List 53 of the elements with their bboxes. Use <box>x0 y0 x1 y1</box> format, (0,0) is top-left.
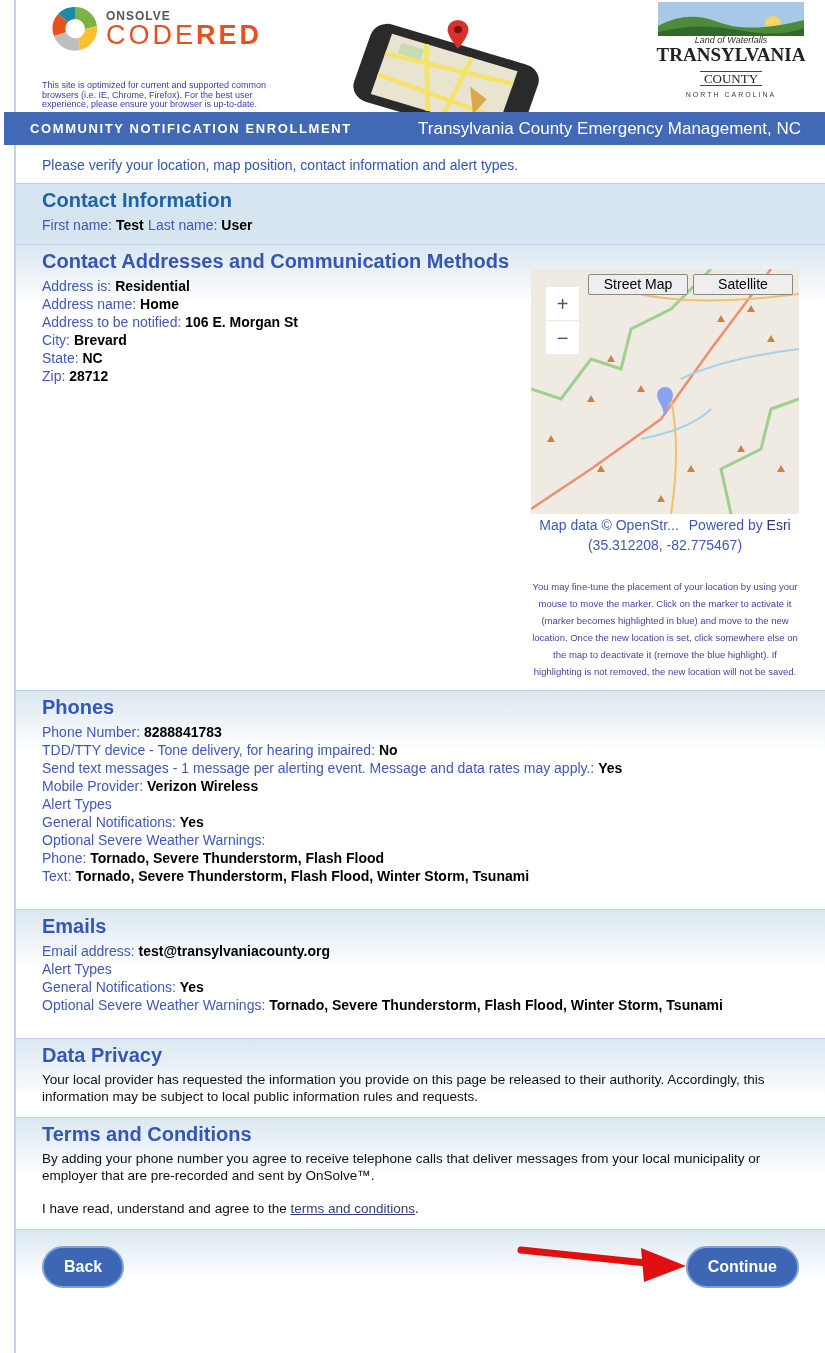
field-text: Optional Severe Weather Warnings: <box>42 832 266 848</box>
browser-notice: This site is optimized for current and supported common browsers (i.e. IE, Chrome, Firefox). For the best user experience, please ensure your browser is up-to-date. <box>42 81 268 110</box>
paragraph-text: I have read, understand and agree to the terms and conditions. <box>42 1200 420 1217</box>
field-text: Text: Tornado, Severe Thunderstorm, Flash Flood, Winter Storm, Tsunami <box>42 868 530 884</box>
section-title: Data Privacy <box>42 1043 164 1067</box>
field-text: Zip: 28712 <box>42 368 109 384</box>
brand-name: ONSOLVE <box>106 9 172 22</box>
continue-button[interactable]: Continue <box>685 1246 799 1288</box>
map-layer-button[interactable]: Street Map <box>588 274 688 295</box>
field-text: Address is: Residential <box>42 278 190 294</box>
field-text: First name: Test <box>42 217 144 233</box>
map-layer-button[interactable]: Satellite <box>693 274 793 295</box>
map-help-text: You may fine-tune the placement of your location by using your mouse to move the marker. Click on the marker to activate it (marker becomes highlighted in blue) and move to the new location. Once the new location is set, click somewhere else on the map to deactivate it (remove the blue highlight). If highlighting is not removed, the new location will not be saved. <box>531 580 799 679</box>
section-title: Contact Information <box>42 188 233 212</box>
logo-icon <box>50 4 100 54</box>
field-text: Alert Types <box>42 961 112 977</box>
field-text: Phone: Tornado, Severe Thunderstorm, Flash Flood <box>42 850 385 866</box>
paragraph-text: Your local provider has requested the information you provide on this page be released to their authority. Accordingly, this information may be subject to local public information rules and requests. <box>42 1071 766 1105</box>
section-title: Terms and Conditions <box>42 1122 253 1146</box>
provider-name: Esri <box>766 517 791 533</box>
field-text: Alert Types <box>42 796 112 812</box>
county-tagline: Land of Waterfalls <box>693 36 769 45</box>
county-label: COUNTY <box>699 70 763 86</box>
field-text: Address name: Home <box>42 296 179 312</box>
section-title: Emails <box>42 914 108 938</box>
brand-name: CODERED <box>106 21 263 49</box>
section-title: Contact Addresses and Communication Methods <box>42 249 511 273</box>
field-text: Optional Severe Weather Warnings: Tornado, Severe Thunderstorm, Flash Flood, Winter Storm, Tsunami <box>42 997 723 1013</box>
field-text: Last name: User <box>148 217 253 233</box>
field-text: Send text messages - 1 message per alerting event. Message and data rates may apply.: Yes <box>42 760 623 776</box>
banner-title: COMMUNITY NOTIFICATION ENROLLMENT <box>30 119 352 138</box>
terms-link[interactable]: terms and conditions <box>290 1201 415 1216</box>
map-attribution: Map data © OpenStr... <box>539 517 679 534</box>
section-title: Phones <box>42 695 116 719</box>
paragraph-text: By adding your phone number you agree to receive telephone calls that deliver messages from your local municipality or employer that are pre-recorded and sent by OnSolve™. <box>42 1150 762 1184</box>
agency-name: Transylvania County Emergency Management, NC <box>418 117 801 140</box>
field-text: General Notifications: Yes <box>42 814 204 830</box>
attribution-text: Powered by <box>688 517 763 533</box>
field-text: Email address: test@transylvaniacounty.org <box>42 943 331 959</box>
zoom-out-button[interactable]: − <box>546 321 579 354</box>
zoom-in-button[interactable]: + <box>546 287 579 320</box>
back-button[interactable]: Back <box>42 1246 125 1288</box>
field-text: Mobile Provider: Verizon Wireless <box>42 778 259 794</box>
field-text: State: NC <box>42 350 103 366</box>
field-text: City: Brevard <box>42 332 127 348</box>
map-marker-icon[interactable] <box>657 387 673 415</box>
intro-text: Please verify your location, map position, contact information and alert types. <box>42 157 519 173</box>
field-text: Phone Number: 8288841783 <box>42 724 222 740</box>
field-text: Address to be notified: 106 E. Morgan St <box>42 314 298 330</box>
field-text: General Notifications: Yes <box>42 979 204 995</box>
field-text: TDD/TTY device - Tone delivery, for hearing impaired: No <box>42 742 398 758</box>
coordinates-text: (35.312208, -82.775467) <box>586 537 744 554</box>
county-name: TRANSYLVANIA <box>656 45 806 66</box>
